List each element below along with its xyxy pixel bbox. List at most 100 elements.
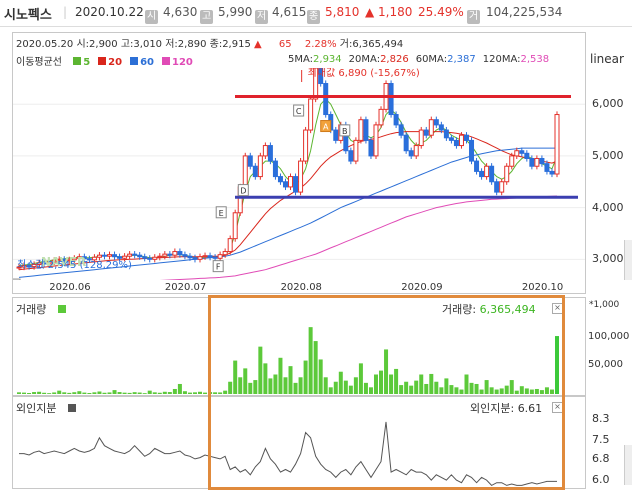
ma-value-label: 20MA: [348, 54, 381, 65]
candle-body [323, 83, 329, 116]
volume-bar [67, 392, 72, 394]
scroll-handle[interactable] [624, 445, 632, 485]
high-value: 5,990 [218, 5, 253, 19]
candle-body [333, 129, 339, 141]
volume-bar [167, 392, 172, 394]
candle-body [373, 124, 379, 157]
volume-bar [52, 392, 57, 394]
stock-header: 시노펙스 | 2020.10.22 시 4,630 고 5,990 저 4,61… [0, 0, 632, 27]
low-value: 4,615 [272, 5, 307, 19]
candle-body [443, 129, 449, 139]
stock-name[interactable]: 시노펙스 [4, 4, 52, 23]
ma-value: 2,826 [380, 54, 409, 65]
candle-body [227, 238, 233, 253]
candle-body [378, 108, 384, 126]
ma-legend-label[interactable]: 60 [140, 57, 154, 68]
max-annotation: 최대값 6,890 (-15,67%) [308, 68, 420, 79]
ma-swatch[interactable] [98, 57, 107, 65]
info-arrow: ▲ [254, 39, 262, 50]
candle-body [293, 176, 299, 193]
volume-bar [77, 391, 82, 394]
ma-value: 2,538 [520, 54, 550, 65]
candle-body [458, 134, 464, 147]
highlight-box [208, 295, 565, 490]
point-label-a: A [323, 123, 329, 132]
volume-bar [62, 392, 67, 394]
scale-mode-label[interactable]: linear [590, 52, 624, 66]
foreign-y-tick: 6.8 [592, 451, 610, 465]
ma-line-5ma [18, 98, 558, 266]
ma-value: 2,387 [447, 54, 476, 65]
point-label-c: C [296, 107, 302, 116]
candle-body [187, 255, 193, 259]
candle-body [242, 155, 248, 188]
ma-legend: 이동평균선 5 20 60 120 [16, 53, 193, 68]
x-tick-label: 2020.10 [521, 282, 564, 293]
candle-body [177, 251, 183, 256]
price-y-tick: 6,000 [592, 97, 624, 111]
info-pct: 2.28% [304, 39, 337, 50]
candle-body [303, 129, 309, 162]
volume-unit: *1,000 [589, 300, 620, 310]
candle-body [453, 139, 459, 147]
candle-body [418, 129, 424, 147]
volume-bar [17, 392, 21, 394]
candle-body [272, 160, 278, 178]
candle-body [353, 139, 359, 162]
candle-body [298, 160, 304, 193]
candle-body [554, 114, 560, 175]
ma-legend-label[interactable]: 5 [83, 57, 90, 68]
ma-legend-title: 이동평균선 [16, 57, 62, 68]
min-annotation: 최소값 2,545 (128,29%) [17, 259, 132, 271]
candle-body [117, 256, 123, 259]
info-open: 시:2,900 [76, 39, 118, 50]
volume-bar [192, 392, 197, 394]
candle-body [267, 145, 273, 162]
candle-body [448, 137, 454, 141]
volume-bar [162, 391, 167, 394]
candle-body [428, 119, 434, 136]
point-label-h-box [13, 278, 21, 280]
volume-bar [82, 392, 87, 394]
candle-body [101, 254, 107, 257]
volume-bar [87, 392, 92, 394]
trade-date: 2020.10.22 [75, 5, 144, 19]
candle-body [207, 255, 213, 258]
candle-body [222, 251, 228, 256]
scroll-handle[interactable] [624, 240, 632, 280]
candle-body [142, 256, 148, 259]
volume-bar [102, 392, 107, 394]
volume-bar [72, 392, 77, 394]
candle-body [348, 150, 354, 162]
divider: | [63, 5, 68, 19]
close-value: 5,810 [325, 5, 360, 19]
candle-body [197, 256, 203, 260]
candle-body [504, 165, 510, 183]
volume-bar [117, 392, 122, 394]
info-high: 고:3,010 [120, 39, 163, 50]
candle-body [509, 155, 515, 167]
volume-bar [187, 392, 192, 394]
candle-body [132, 253, 138, 256]
price-y-tick: 4,000 [592, 200, 624, 214]
ma-legend-label[interactable]: 120 [172, 57, 193, 68]
candle-body [534, 157, 540, 167]
candle-body [474, 160, 480, 172]
volume-bar [57, 390, 62, 394]
ma-legend-label[interactable]: 20 [108, 57, 122, 68]
volume-bar [122, 392, 127, 394]
volume-bar [147, 390, 152, 394]
candle-body [172, 251, 178, 256]
volume-bar [97, 391, 102, 394]
ma-swatch[interactable] [130, 57, 139, 65]
candle-body [408, 150, 414, 157]
ma-swatch[interactable] [73, 57, 82, 65]
candle-body [433, 119, 439, 126]
candle-body [217, 254, 223, 259]
volume-bar [112, 390, 117, 394]
candle-body [277, 176, 283, 183]
point-label-f: F [216, 263, 221, 272]
foreign-y-tick: 8.3 [592, 412, 610, 426]
ma-swatch[interactable] [162, 57, 170, 65]
volume-color-swatch [57, 305, 66, 313]
